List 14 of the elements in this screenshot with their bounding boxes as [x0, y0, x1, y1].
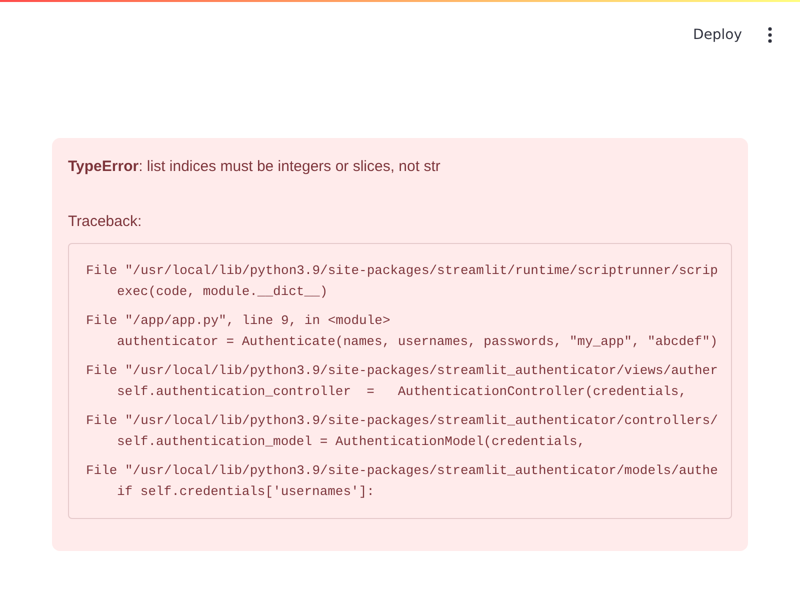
- traceback-code-line: if self.credentials['usernames']:: [116, 483, 374, 501]
- traceback-file-line: File "/usr/local/lib/python3.9/site-packages/streamlit/runtime/scriptrunner/scrip: [86, 262, 718, 280]
- more-options-icon[interactable]: [768, 27, 772, 43]
- traceback-file-line: File "/usr/local/lib/python3.9/site-packages/streamlit_authenticator/controllers/: [86, 412, 718, 430]
- traceback-code-line: self.authentication_controller = AuthenticationController(credentials,: [116, 383, 686, 401]
- traceback-file-line: File "/usr/local/lib/python3.9/site-packages/streamlit_authenticator/models/authe: [86, 462, 718, 480]
- traceback-file-line: File "/usr/local/lib/python3.9/site-packages/streamlit_authenticator/views/auther: [86, 362, 718, 380]
- deploy-button[interactable]: Deploy: [684, 20, 750, 50]
- traceback-code-line: authenticator = Authenticate(names, usernames, passwords, "my_app", "abcdef"): [116, 333, 718, 351]
- traceback-file-line: File "/app/app.py", line 9, in <module>: [86, 312, 390, 330]
- traceback-code-line: self.authentication_model = AuthenticationModel(credentials,: [116, 433, 586, 451]
- traceback-code-line: exec(code, module.__dict__): [116, 283, 328, 301]
- traceback-label: Traceback:: [68, 212, 143, 232]
- error-message: TypeError: list indices must be integers or slices, not str: [68, 157, 442, 177]
